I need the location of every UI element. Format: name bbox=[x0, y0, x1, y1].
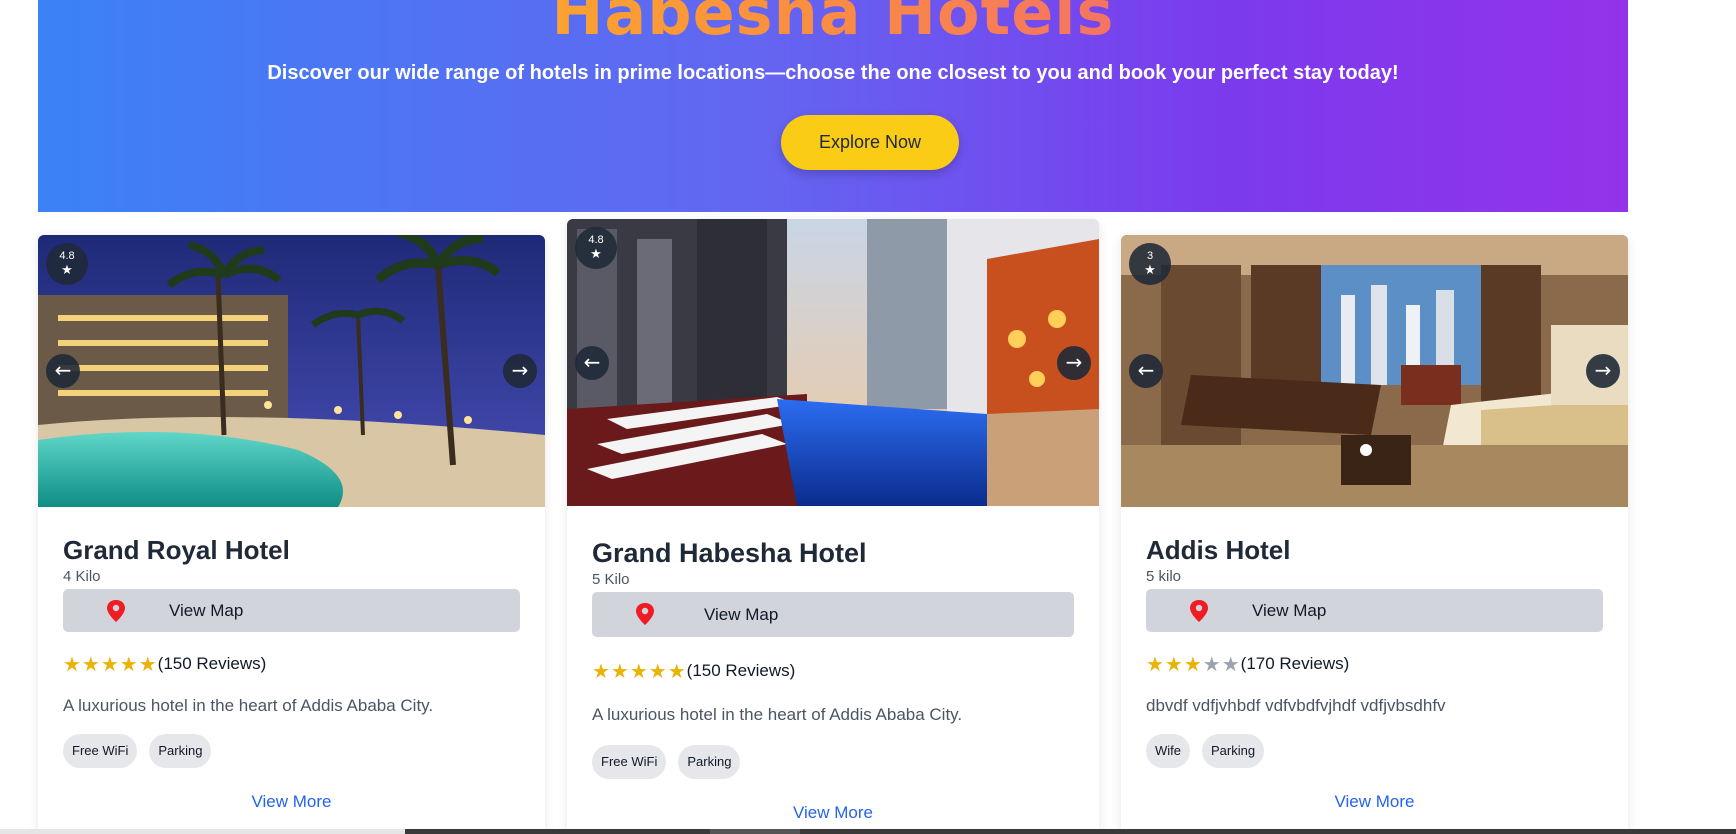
carousel-next-arrow-icon[interactable]: → bbox=[1057, 345, 1091, 380]
view-more-link[interactable]: View More bbox=[592, 803, 1074, 823]
hotel-description: dbvdf vdfjvhbdf vdfvbdfvjhdf vdfjvbsdhfv bbox=[1146, 696, 1446, 715]
hotel-name: Grand Habesha Hotel bbox=[592, 538, 867, 568]
view-more-link[interactable]: View More bbox=[63, 792, 520, 812]
star-rating: ★★★★★ bbox=[1146, 652, 1241, 676]
hotel-photo bbox=[1121, 235, 1628, 507]
amenity-tags: Free WiFi Parking bbox=[592, 745, 1074, 779]
star-icon: ★ bbox=[590, 246, 602, 261]
rating-value: 4.8 bbox=[588, 234, 604, 246]
hotel-name: Addis Hotel bbox=[1146, 535, 1291, 565]
carousel-prev-arrow-icon[interactable]: ← bbox=[46, 354, 80, 388]
hotel-location: 4 Kilo bbox=[63, 568, 101, 585]
view-map-label: View Map bbox=[169, 600, 244, 620]
star-rating: ★★★★★ bbox=[63, 652, 158, 676]
hero-title: Habesha Hotels bbox=[38, 0, 1628, 49]
hotel-photo-carousel: 3 ★ ← → bbox=[1121, 235, 1628, 507]
review-count: (150 Reviews) bbox=[157, 654, 267, 673]
carousel-next-arrow-icon[interactable]: → bbox=[503, 354, 537, 388]
amenity-tag: Free WiFi bbox=[63, 734, 138, 768]
review-count: (170 Reviews) bbox=[1240, 654, 1350, 673]
rating-badge: 4.8 ★ bbox=[46, 243, 88, 285]
view-map-button[interactable]: View Map bbox=[592, 592, 1074, 637]
explore-now-button[interactable]: Explore Now bbox=[781, 115, 959, 170]
carousel-prev-arrow-icon[interactable]: ← bbox=[1129, 354, 1163, 388]
hero-banner: Habesha Hotels Discover our wide range o… bbox=[38, 0, 1628, 212]
horizontal-scrollbar-thumb[interactable] bbox=[710, 829, 800, 834]
hotel-card: 3 ★ ← → Addis Hotel 5 kilo View Map ★★★★… bbox=[1121, 235, 1628, 834]
hotel-description: A luxurious hotel in the heart of Addis … bbox=[592, 705, 963, 724]
hotel-name: Grand Royal Hotel bbox=[63, 535, 290, 565]
hotel-photo-carousel: 4.8 ★ ← → bbox=[567, 219, 1099, 506]
rating-row: ★★★★★ (150 Reviews) bbox=[592, 659, 1074, 683]
carousel-prev-arrow-icon[interactable]: ← bbox=[575, 345, 609, 380]
view-map-label: View Map bbox=[704, 604, 779, 624]
hotel-location: 5 Kilo bbox=[592, 571, 630, 588]
hotel-card: 4.8 ★ ← → Grand Royal Hotel 4 Kilo View … bbox=[38, 235, 545, 834]
map-pin-icon bbox=[1190, 600, 1208, 622]
rating-value: 4.8 bbox=[59, 250, 75, 262]
view-map-button[interactable]: View Map bbox=[1146, 589, 1603, 632]
hotel-card: 4.8 ★ ← → Grand Habesha Hotel 5 Kilo Vie… bbox=[567, 219, 1099, 834]
hero-subtitle: Discover our wide range of hotels in pri… bbox=[267, 62, 1399, 84]
map-pin-icon bbox=[636, 603, 654, 625]
view-map-button[interactable]: View Map bbox=[63, 589, 520, 632]
horizontal-scrollbar[interactable] bbox=[405, 829, 1736, 834]
carousel-next-arrow-icon[interactable]: → bbox=[1586, 354, 1620, 388]
hotel-description: A luxurious hotel in the heart of Addis … bbox=[63, 696, 434, 715]
hotel-location: 5 kilo bbox=[1146, 568, 1182, 585]
hotel-photo bbox=[38, 235, 545, 507]
map-pin-icon bbox=[107, 600, 125, 622]
amenity-tags: Wife Parking bbox=[1146, 734, 1603, 768]
hotel-photo-carousel: 4.8 ★ ← → bbox=[38, 235, 545, 507]
amenity-tag: Parking bbox=[149, 734, 212, 768]
amenity-tag: Free WiFi bbox=[592, 745, 667, 779]
rating-badge: 4.8 ★ bbox=[575, 227, 617, 269]
star-rating: ★★★★★ bbox=[592, 659, 687, 683]
star-icon: ★ bbox=[1144, 262, 1156, 277]
amenity-tag: Parking bbox=[1202, 734, 1265, 768]
rating-row: ★★★★★ (150 Reviews) bbox=[63, 652, 520, 676]
view-map-label: View Map bbox=[1252, 600, 1327, 620]
rating-badge: 3 ★ bbox=[1129, 243, 1171, 285]
review-count: (150 Reviews) bbox=[686, 661, 796, 680]
hotel-photo bbox=[567, 219, 1099, 506]
rating-value: 3 bbox=[1146, 250, 1154, 262]
amenity-tag: Wife bbox=[1146, 734, 1190, 768]
horizontal-scrollbar-track[interactable] bbox=[0, 829, 405, 834]
view-more-link[interactable]: View More bbox=[1146, 792, 1603, 812]
amenity-tag: Parking bbox=[678, 745, 741, 779]
amenity-tags: Free WiFi Parking bbox=[63, 734, 520, 768]
star-icon: ★ bbox=[61, 262, 73, 277]
rating-row: ★★★★★ (170 Reviews) bbox=[1146, 652, 1603, 676]
